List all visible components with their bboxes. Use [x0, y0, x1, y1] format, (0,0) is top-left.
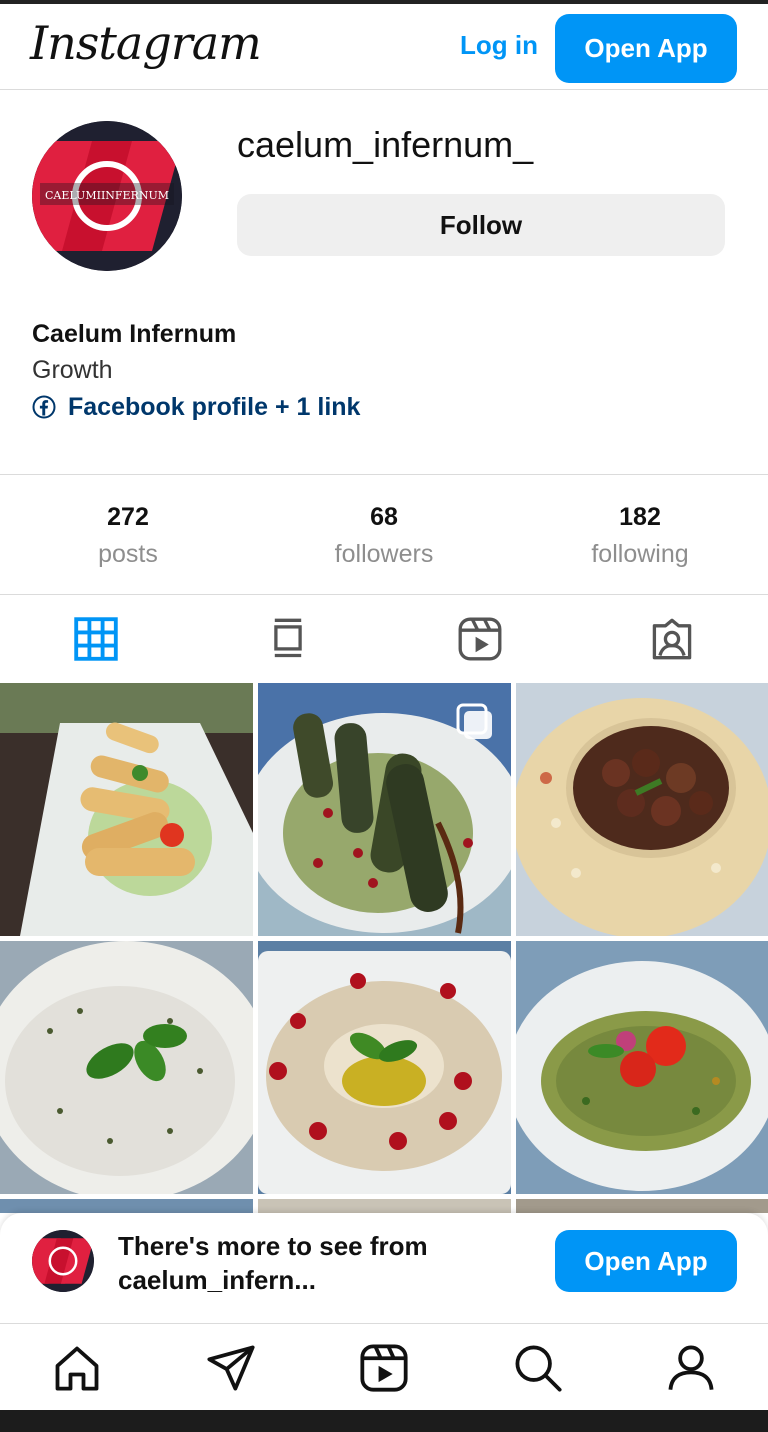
avatar[interactable]: CAELUMIINFERNUM [32, 121, 182, 271]
direct-icon [207, 1345, 255, 1391]
banner-open-app-button[interactable]: Open App [555, 1230, 737, 1292]
top-bar: Instagram Log in Open App [0, 0, 768, 90]
reels-icon [360, 1344, 408, 1392]
nav-search[interactable] [512, 1342, 564, 1394]
food-photo [258, 683, 511, 936]
tab-tagged[interactable] [576, 595, 768, 683]
post-thumbnail[interactable] [258, 683, 511, 936]
tab-reels[interactable] [384, 595, 576, 683]
follow-button[interactable]: Follow [237, 194, 725, 256]
facebook-icon [32, 395, 56, 419]
reels-icon [458, 617, 502, 661]
grid-icon [74, 617, 118, 661]
food-photo [516, 683, 768, 936]
food-photo [516, 941, 768, 1194]
tagged-icon [652, 618, 692, 660]
stat-label: followers [334, 540, 434, 568]
avatar-logo: CAELUMIINFERNUM [32, 121, 182, 271]
username: caelum_infernum_ [237, 124, 534, 165]
profile-tabs [0, 595, 768, 683]
full-name: Caelum Infernum [32, 320, 237, 348]
profile-icon [668, 1345, 714, 1390]
login-link[interactable]: Log in [460, 30, 538, 61]
banner-avatar [32, 1230, 94, 1292]
stat-followers[interactable]: 68 followers [256, 503, 512, 569]
post-grid [0, 683, 768, 1213]
food-photo [0, 683, 253, 936]
stat-value: 272 [107, 503, 149, 531]
stat-posts[interactable]: 272 posts [0, 503, 256, 569]
stat-value: 182 [619, 503, 661, 531]
stat-label: following [591, 540, 689, 568]
banner-text: There's more to see from caelum_infern..… [118, 1231, 428, 1295]
stat-value: 68 [370, 503, 398, 531]
nav-reels[interactable] [358, 1342, 410, 1394]
open-app-button[interactable]: Open App [555, 14, 737, 83]
tab-feed[interactable] [192, 595, 384, 683]
bio-link-text: Facebook profile + 1 link [68, 392, 361, 421]
search-icon [515, 1345, 562, 1392]
category: Growth [32, 356, 113, 384]
home-icon [55, 1346, 99, 1391]
food-photo [258, 941, 511, 1194]
post-thumbnail[interactable] [0, 683, 253, 936]
post-thumbnail[interactable] [516, 683, 768, 936]
avatar-text: CAELUMIINFERNUM [45, 189, 169, 202]
system-bar [0, 1410, 768, 1432]
post-thumbnail[interactable] [516, 941, 768, 1194]
food-photo [0, 941, 253, 1194]
stat-label: posts [98, 540, 158, 568]
bottom-nav [0, 1323, 768, 1410]
nav-direct[interactable] [205, 1342, 257, 1394]
post-thumbnail[interactable] [258, 941, 511, 1194]
post-thumbnail[interactable] [0, 941, 253, 1194]
feed-icon [274, 618, 302, 658]
post-thumbnail[interactable] [0, 1199, 253, 1213]
post-thumbnail[interactable] [258, 1199, 511, 1213]
stats-bar: 272 posts 68 followers 182 following [0, 474, 768, 595]
instagram-logo[interactable]: Instagram [30, 16, 262, 70]
stat-following[interactable]: 182 following [512, 503, 768, 569]
post-thumbnail[interactable] [516, 1199, 768, 1213]
nav-profile[interactable] [665, 1342, 717, 1394]
bio-link[interactable]: Facebook profile + 1 link [32, 391, 360, 423]
tab-grid[interactable] [0, 595, 192, 683]
nav-home[interactable] [51, 1342, 103, 1394]
